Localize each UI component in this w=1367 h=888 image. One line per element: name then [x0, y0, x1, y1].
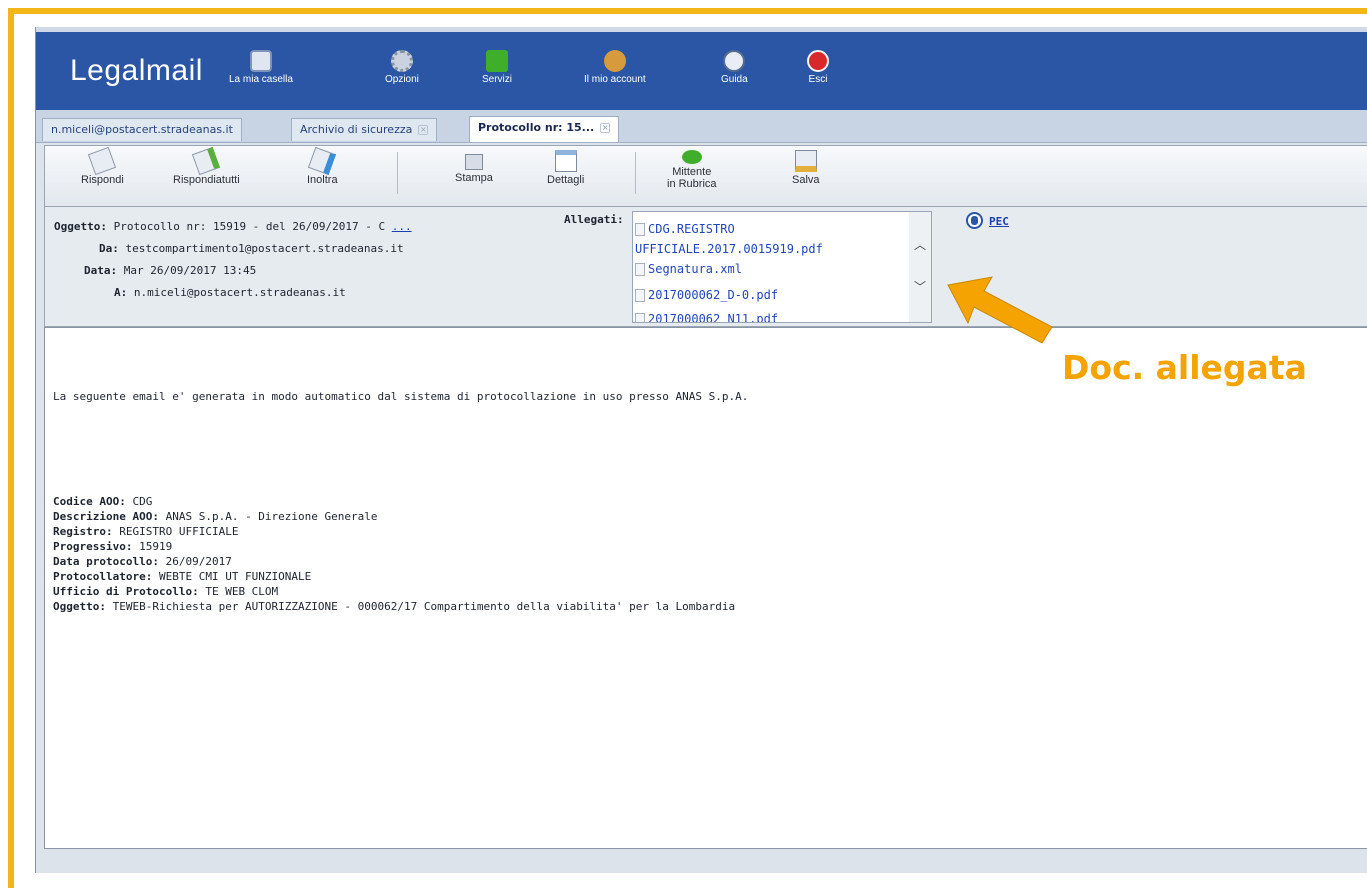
body-field: Progressivo: 15919: [53, 540, 173, 553]
subject-more-link[interactable]: ...: [392, 220, 412, 233]
attachment-item[interactable]: 2017000062_D-0.pdf: [635, 288, 778, 302]
nav-exit[interactable]: Esci: [807, 50, 829, 85]
file-icon: [635, 289, 645, 302]
tab-archivio-sicurezza[interactable]: Archivio di sicurezza ×: [291, 118, 438, 141]
pec-link[interactable]: PEC: [989, 215, 1009, 228]
reply-icon: [88, 146, 117, 176]
print-button[interactable]: Stampa: [455, 150, 493, 184]
save-icon: [794, 150, 817, 172]
exit-icon: [807, 50, 829, 72]
tab-protocollo[interactable]: Protocollo nr: 15... ×: [469, 116, 620, 142]
nav-my-account[interactable]: Il mio account: [584, 50, 646, 85]
message-toolbar: Rispondi Rispondiatutti Inoltra Stampa D…: [44, 145, 1367, 207]
forward-icon: [308, 146, 337, 176]
forward-button[interactable]: Inoltra: [307, 146, 338, 186]
pec-icon: [966, 212, 983, 229]
body-intro: La seguente email e' generata in modo au…: [53, 390, 749, 403]
users-icon: [603, 50, 626, 72]
add-sender-to-addressbook-button[interactable]: Mittente in Rubrica: [667, 150, 717, 190]
mailbox-icon: [249, 50, 272, 72]
details-button[interactable]: Dettagli: [547, 150, 584, 186]
printer-icon: [464, 154, 483, 170]
gear-icon: [390, 50, 413, 72]
body-field: Descrizione AOO: ANAS S.p.A. - Direzione…: [53, 510, 378, 523]
toolbar-separator: [635, 152, 636, 194]
add-contact-icon: [681, 150, 702, 164]
file-icon: [635, 313, 645, 322]
body-field: Registro: REGISTRO UFFICIALE: [53, 525, 239, 538]
help-icon: [723, 50, 746, 72]
nav-services[interactable]: Servizi: [482, 50, 512, 85]
annotation-arrow: [947, 276, 1053, 344]
reply-all-icon: [192, 146, 221, 176]
attachments-label: Allegati:: [564, 213, 624, 226]
chevron-down-icon[interactable]: ﹀: [914, 278, 926, 295]
app-logo: Legalmail: [70, 54, 203, 87]
body-field: Protocollatore: WEBTE CMI UT FUNZIONALE: [53, 570, 312, 583]
puzzle-icon: [486, 50, 508, 72]
to-row: A: n.miceli@postacert.stradeanas.it: [114, 286, 346, 299]
attachments-scrollbar[interactable]: ︿ ﹀: [909, 212, 931, 322]
body-field: Oggetto: TEWEB-Richiesta per AUTORIZZAZI…: [53, 600, 736, 613]
file-icon: [635, 223, 645, 236]
attachment-item[interactable]: 2017000062_N11.pdf: [635, 312, 778, 322]
nav-help[interactable]: Guida: [721, 50, 748, 85]
nav-my-mailbox[interactable]: La mia casella: [229, 50, 293, 85]
attachment-item[interactable]: UFFICIALE.2017.0015919.pdf: [635, 242, 823, 256]
details-icon: [554, 150, 577, 172]
reply-all-button[interactable]: Rispondiatutti: [173, 146, 240, 186]
close-icon[interactable]: ×: [418, 125, 429, 135]
tab-mailbox[interactable]: n.miceli@postacert.stradeanas.it: [42, 118, 242, 141]
message-body: La seguente email e' generata in modo au…: [44, 327, 1367, 849]
file-icon: [635, 263, 645, 276]
toolbar-separator: [397, 152, 398, 194]
save-button[interactable]: Salva: [792, 150, 820, 186]
annotation-label: Doc. allegata: [1062, 348, 1307, 387]
attachment-item[interactable]: Segnatura.xml: [635, 262, 742, 276]
attachments-list[interactable]: CDG.REGISTRO UFFICIALE.2017.0015919.pdf …: [632, 211, 932, 323]
mail-app: Legalmail La mia casella Opzioni Servizi…: [35, 27, 1367, 873]
subject-row: Oggetto: Protocollo nr: 15919 - del 26/0…: [54, 220, 412, 233]
nav-options[interactable]: Opzioni: [385, 50, 419, 85]
message-header: Oggetto: Protocollo nr: 15919 - del 26/0…: [44, 207, 1367, 327]
body-field: Data protocollo: 26/09/2017: [53, 555, 232, 568]
body-field: Ufficio di Protocollo: TE WEB CLOM: [53, 585, 279, 598]
reply-button[interactable]: Rispondi: [81, 146, 124, 186]
tab-bar: n.miceli@postacert.stradeanas.it Archivi…: [36, 110, 1367, 143]
date-row: Data: Mar 26/09/2017 13:45: [84, 264, 257, 277]
chevron-up-icon[interactable]: ︿: [914, 236, 926, 253]
top-navigation-bar: Legalmail La mia casella Opzioni Servizi…: [36, 27, 1367, 110]
from-row: Da: testcompartimento1@postacert.stradea…: [99, 242, 404, 255]
attachment-item[interactable]: CDG.REGISTRO: [635, 222, 735, 236]
body-field: Codice AOO: CDG: [53, 495, 153, 508]
close-icon[interactable]: ×: [600, 123, 611, 133]
